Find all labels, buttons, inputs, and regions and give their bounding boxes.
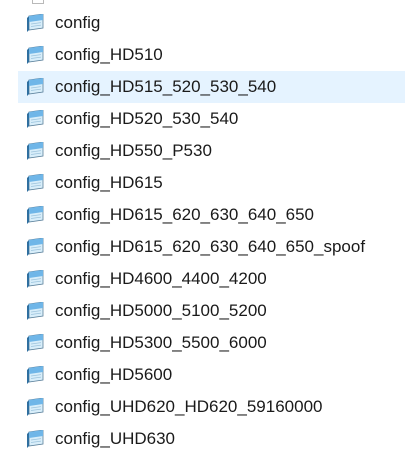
- notepad-file-icon: [27, 46, 44, 64]
- file-name: config_UHD620_HD620_59160000: [55, 397, 323, 416]
- file-list-item[interactable]: config_HD550_P530: [0, 135, 405, 167]
- file-name: config: [55, 13, 101, 32]
- file-list-item-selected[interactable]: config_HD515_520_530_540: [18, 71, 405, 103]
- file-name: config_HD520_530_540: [55, 109, 239, 128]
- notepad-file-icon: [27, 238, 44, 256]
- file-name: config_HD550_P530: [55, 141, 212, 160]
- file-list-item[interactable]: config_HD5000_5100_5200: [0, 295, 405, 327]
- partial-item-icon: [32, 0, 44, 4]
- file-list-item[interactable]: config_HD520_530_540: [0, 103, 405, 135]
- notepad-file-icon: [27, 398, 44, 416]
- notepad-file-icon: [27, 270, 44, 288]
- file-list-item[interactable]: config_HD615_620_630_640_650_spoof: [0, 231, 405, 263]
- file-list-item[interactable]: config_HD5300_5500_6000: [0, 327, 405, 359]
- notepad-file-icon: [27, 110, 44, 128]
- notepad-file-icon: [27, 206, 44, 224]
- file-list-item[interactable]: config_UHD620_HD620_59160000: [0, 391, 405, 423]
- notepad-file-icon: [27, 302, 44, 320]
- file-list-item[interactable]: config_UHD630: [0, 423, 405, 455]
- notepad-file-icon: [27, 78, 44, 96]
- file-name: config_HD515_520_530_540: [55, 77, 277, 96]
- file-name: config_HD615_620_630_640_650: [55, 205, 315, 224]
- notepad-file-icon: [27, 430, 44, 448]
- file-name: config_HD5000_5100_5200: [55, 301, 267, 320]
- file-name: config_HD615_620_630_640_650_spoof: [55, 237, 366, 256]
- file-name: config_HD5600: [55, 365, 173, 384]
- notepad-file-icon: [27, 142, 44, 160]
- notepad-file-icon: [27, 14, 44, 32]
- file-name: config_HD5300_5500_6000: [55, 333, 267, 352]
- file-list: config config_HD510 config_HD515_520_530…: [0, 7, 405, 455]
- file-name: config_HD615: [55, 173, 163, 192]
- file-name: config_HD4600_4400_4200: [55, 269, 267, 288]
- notepad-file-icon: [27, 174, 44, 192]
- file-list-item[interactable]: config_HD615_620_630_640_650: [0, 199, 405, 231]
- file-name: config_HD510: [55, 45, 163, 64]
- notepad-file-icon: [27, 366, 44, 384]
- file-list-item[interactable]: config_HD5600: [0, 359, 405, 391]
- file-list-item[interactable]: config: [0, 7, 405, 39]
- file-name: config_UHD630: [55, 429, 176, 448]
- notepad-file-icon: [27, 334, 44, 352]
- file-list-item[interactable]: config_HD510: [0, 39, 405, 71]
- file-list-item[interactable]: config_HD615: [0, 167, 405, 199]
- file-list-item[interactable]: config_HD4600_4400_4200: [0, 263, 405, 295]
